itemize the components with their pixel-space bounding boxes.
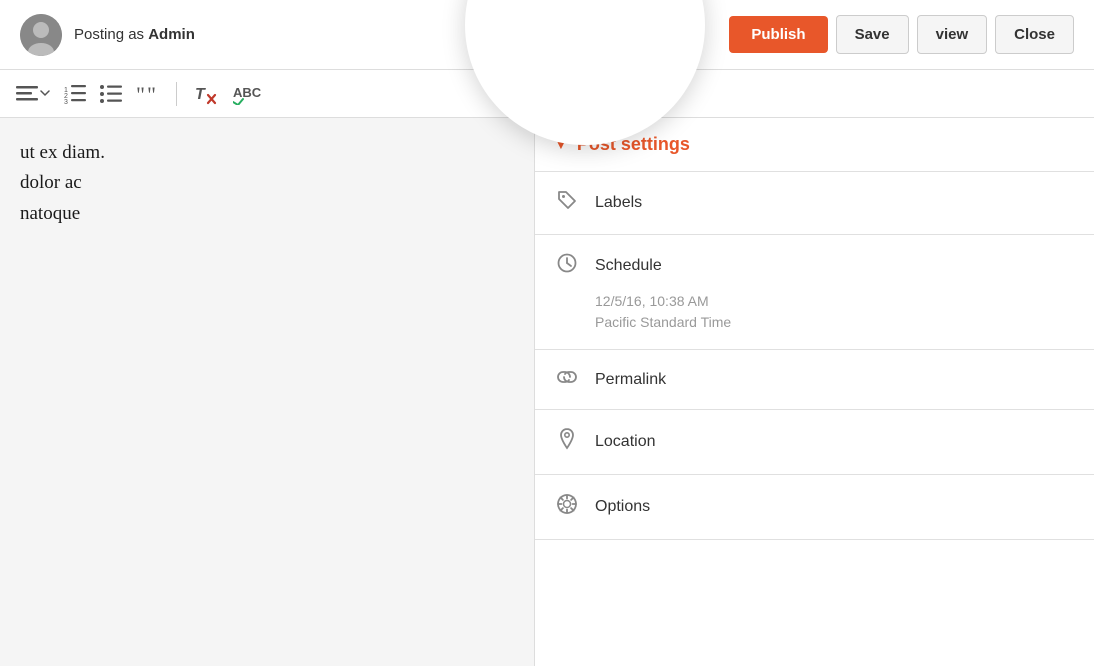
svg-text:ABC: ABC (233, 85, 262, 100)
numbered-list-icon[interactable]: 1 2 3 (64, 84, 86, 104)
location-icon (555, 428, 579, 456)
user-name: Admin (148, 26, 195, 43)
options-icon (555, 493, 579, 521)
header-buttons: Publish Save view Close (729, 15, 1074, 54)
schedule-date: 12/5/16, 10:38 AM (595, 291, 1074, 312)
sidebar-item-options[interactable]: Options (535, 475, 1094, 540)
sidebar-item-permalink[interactable]: Permalink (535, 350, 1094, 410)
posting-as-label: Posting as Admin (74, 26, 195, 43)
header: Posting as Admin Publish Save view Close (0, 0, 1094, 70)
svg-text:": " (136, 84, 145, 104)
avatar (20, 14, 62, 56)
section-title: Post settings (577, 134, 690, 155)
post-settings-header[interactable]: ▼ Post settings (535, 118, 1094, 172)
editor-area[interactable]: ut ex diam. dolor ac natoque (0, 118, 535, 666)
editor-text: ut ex diam. dolor ac natoque (20, 138, 514, 229)
permalink-label: Permalink (595, 371, 666, 389)
svg-text:": " (147, 84, 156, 104)
schedule-icon (555, 253, 579, 279)
schedule-sub: 12/5/16, 10:38 AM Pacific Standard Time (535, 287, 1094, 350)
permalink-icon (555, 368, 579, 391)
svg-text:T: T (195, 86, 206, 103)
blockquote-icon[interactable]: " " (136, 84, 158, 104)
save-button[interactable]: Save (836, 15, 909, 54)
schedule-timezone: Pacific Standard Time (595, 312, 1074, 333)
schedule-label: Schedule (595, 257, 662, 275)
toolbar-divider-1 (176, 82, 177, 106)
labels-label: Labels (595, 194, 642, 212)
header-left: Posting as Admin (20, 14, 729, 56)
svg-text:3: 3 (64, 99, 68, 104)
clear-formatting-icon[interactable]: T (195, 83, 219, 105)
spell-check-icon[interactable]: ABC (233, 83, 263, 105)
main-area: ut ex diam. dolor ac natoque ▼ Post sett… (0, 118, 1094, 666)
sidebar-item-schedule[interactable]: Schedule (535, 235, 1094, 287)
close-button[interactable]: Close (995, 15, 1074, 54)
bullet-list-icon[interactable] (100, 84, 122, 104)
sidebar-item-location[interactable]: Location (535, 410, 1094, 475)
label-icon (555, 190, 579, 216)
preview-button[interactable]: view (917, 15, 988, 54)
toolbar: 1 2 3 " " T (0, 70, 1094, 118)
publish-button[interactable]: Publish (729, 16, 827, 53)
options-label: Options (595, 498, 650, 516)
align-left-icon[interactable] (16, 85, 50, 103)
collapse-icon: ▼ (555, 138, 567, 152)
sidebar: ▼ Post settings Labels Schedule (535, 118, 1094, 666)
location-label: Location (595, 433, 656, 451)
sidebar-item-labels[interactable]: Labels (535, 172, 1094, 235)
